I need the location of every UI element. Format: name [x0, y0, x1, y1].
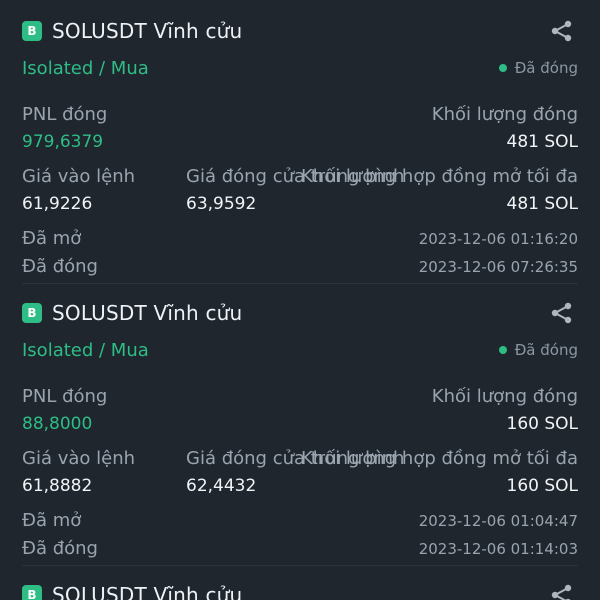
pnl-label: PNL đóng: [22, 104, 108, 125]
card-header: B SOLUSDT Vĩnh cửu: [22, 16, 578, 46]
pnl-value: 88,8000: [22, 414, 93, 434]
share-icon[interactable]: [550, 302, 574, 324]
card-header: B SOLUSDT Vĩnh cửu: [22, 298, 578, 328]
status-text: Đã đóng: [514, 341, 578, 359]
max-open-volume-label: Khối lượng hợp đồng mở tối đa: [300, 166, 578, 187]
max-open-volume-value: 481 SOL: [506, 194, 579, 214]
position-card[interactable]: B SOLUSDT Vĩnh cửu: [0, 564, 600, 600]
share-icon[interactable]: [550, 584, 574, 600]
entry-price-label: Giá vào lệnh: [22, 166, 136, 187]
buy-badge: B: [22, 585, 42, 600]
max-open-volume-label: Khối lượng hợp đồng mở tối đa: [300, 448, 578, 469]
opened-time: 2023-12-06 01:04:47: [418, 512, 578, 530]
status-text: Đã đóng: [514, 59, 578, 77]
volume-value: 481 SOL: [506, 132, 579, 152]
opened-time: 2023-12-06 01:16:20: [418, 230, 578, 248]
status-dot-icon: [498, 64, 507, 72]
buy-badge: B: [22, 21, 42, 41]
entry-price-value: 61,8882: [22, 476, 93, 496]
symbol-title: SOLUSDT Vĩnh cửu: [52, 301, 243, 325]
margin-mode-row: Isolated / Mua Đã đóng: [22, 338, 578, 362]
card-header: B SOLUSDT Vĩnh cửu: [22, 580, 578, 600]
volume-label: Khối lượng đóng: [431, 104, 578, 125]
closed-label: Đã đóng: [22, 256, 98, 277]
position-card[interactable]: B SOLUSDT Vĩnh cửu Isolated / Mua Đã đón…: [0, 0, 600, 284]
margin-mode: Isolated / Mua: [22, 57, 149, 79]
max-open-volume-value: 160 SOL: [506, 476, 579, 496]
symbol-title: SOLUSDT Vĩnh cửu: [52, 19, 243, 43]
volume-label: Khối lượng đóng: [431, 386, 578, 407]
entry-price-value: 61,9226: [22, 194, 93, 214]
closed-label: Đã đóng: [22, 538, 98, 559]
position-card[interactable]: B SOLUSDT Vĩnh cửu Isolated / Mua Đã đón…: [0, 282, 600, 566]
entry-price-label: Giá vào lệnh: [22, 448, 136, 469]
close-price-value: 63,9592: [186, 194, 257, 214]
status-badge: Đã đóng: [498, 341, 578, 359]
opened-label: Đã mở: [22, 228, 82, 249]
pnl-value: 979,6379: [22, 132, 104, 152]
closed-time: 2023-12-06 07:26:35: [418, 258, 578, 276]
close-price-value: 62,4432: [186, 476, 257, 496]
margin-mode: Isolated / Mua: [22, 339, 149, 361]
status-dot-icon: [498, 346, 507, 354]
buy-badge: B: [22, 303, 42, 323]
share-icon[interactable]: [550, 20, 574, 42]
margin-mode-row: Isolated / Mua Đã đóng: [22, 56, 578, 80]
closed-time: 2023-12-06 01:14:03: [418, 540, 578, 558]
volume-value: 160 SOL: [506, 414, 579, 434]
symbol-title: SOLUSDT Vĩnh cửu: [52, 583, 243, 600]
pnl-label: PNL đóng: [22, 386, 108, 407]
status-badge: Đã đóng: [498, 59, 578, 77]
opened-label: Đã mở: [22, 510, 82, 531]
